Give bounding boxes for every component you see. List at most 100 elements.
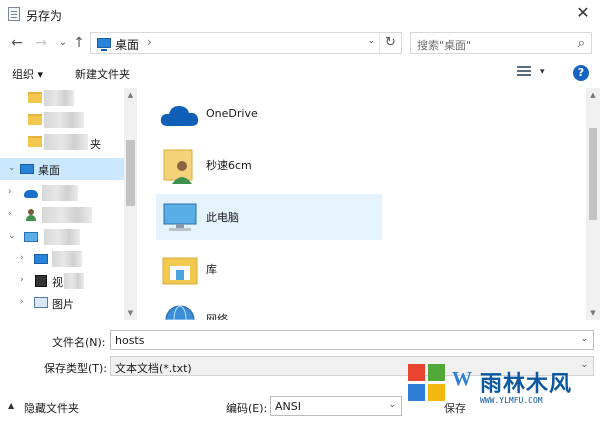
expand-toggle[interactable]: › <box>20 253 24 263</box>
item-label: 库 <box>206 263 217 276</box>
list-item-onedrive[interactable]: OneDrive <box>156 92 382 138</box>
encoding-value[interactable]: ANSI <box>275 400 301 413</box>
tree-item-user[interactable]: › <box>0 204 124 226</box>
item-label: 网络 <box>206 313 228 320</box>
file-list-scrollbar[interactable]: ▲ ▼ <box>586 88 600 320</box>
new-folder-button[interactable]: 新建文件夹 <box>75 66 130 82</box>
expand-toggle[interactable]: › <box>20 275 24 285</box>
blurred-label <box>42 185 78 201</box>
folder-icon <box>28 92 42 103</box>
navigation-scrollbar[interactable]: ▲ ▼ <box>124 88 137 320</box>
blurred-label <box>64 273 84 289</box>
collapse-toggle[interactable]: ⌄ <box>8 163 16 173</box>
tree-item-videos[interactable]: › 视 <box>0 270 124 292</box>
notepad-icon <box>8 7 20 21</box>
scroll-up-arrow[interactable]: ▲ <box>124 91 137 99</box>
up-button[interactable]: ↑ <box>70 34 88 52</box>
search-icon[interactable]: ⌕ <box>578 36 585 51</box>
address-chevron[interactable]: › <box>147 35 152 49</box>
encoding-label: 编码(E): <box>226 402 268 415</box>
item-label: OneDrive <box>206 107 258 120</box>
close-button[interactable]: ✕ <box>566 0 600 28</box>
scroll-up-arrow[interactable]: ▲ <box>586 91 600 99</box>
watermark-text: 雨林木风 <box>480 372 573 397</box>
expand-toggle[interactable]: › <box>8 187 12 197</box>
list-item-library[interactable]: 库 <box>156 246 382 292</box>
filetype-value[interactable]: 文本文档(*.txt) <box>115 360 192 376</box>
tree-item[interactable]: 夹 <box>0 132 124 154</box>
onedrive-icon <box>160 106 199 126</box>
collapse-toggle[interactable]: ⌄ <box>8 231 16 241</box>
navigation-bar: ← → ⌄ ↑ 桌面 › ⌄ ↻ 搜索"桌面" ⌕ <box>0 28 600 58</box>
forward-button[interactable]: → <box>32 34 50 52</box>
tree-item-pictures[interactable]: › 图片 <box>0 292 124 314</box>
blurred-label <box>42 207 92 223</box>
desktop-icon <box>97 38 111 51</box>
desktop-icon <box>34 254 48 264</box>
watermark-url: WWW.YLMFU.COM <box>480 396 543 405</box>
list-item-this-pc[interactable]: 此电脑 <box>156 194 382 240</box>
desktop-icon <box>20 164 34 174</box>
scroll-down-arrow[interactable]: ▼ <box>586 309 600 317</box>
tree-item-onedrive[interactable]: › <box>0 182 124 204</box>
refresh-button[interactable]: ↻ <box>379 33 401 53</box>
folder-icon <box>28 136 42 147</box>
user-folder-icon <box>163 149 193 184</box>
item-label: 此电脑 <box>206 211 239 224</box>
watermark: W 雨林木风 WWW.YLMFU.COM <box>408 350 594 420</box>
navigation-pane: 夹 ⌄ 桌面 › › ⌄ › › 视 › 图片 <box>0 88 138 320</box>
search-input[interactable]: 搜索"桌面" ⌕ <box>410 32 592 54</box>
encoding-dropdown[interactable]: ⌄ <box>388 400 396 410</box>
back-button[interactable]: ← <box>8 34 26 52</box>
filename-field[interactable]: hosts ⌄ <box>110 330 594 350</box>
user-icon <box>26 209 36 221</box>
tree-item-label: 桌面 <box>38 164 60 177</box>
view-dropdown[interactable]: ▾ <box>540 67 545 77</box>
tree-item[interactable] <box>0 110 124 132</box>
picture-icon <box>34 297 48 308</box>
address-dropdown[interactable]: ⌄ <box>367 36 375 46</box>
filename-dropdown[interactable]: ⌄ <box>580 334 588 344</box>
expand-toggle[interactable]: › <box>8 209 12 219</box>
hide-folders-button[interactable]: 隐藏文件夹 <box>24 400 79 416</box>
scroll-thumb[interactable] <box>126 140 135 206</box>
scroll-down-arrow[interactable]: ▼ <box>124 309 137 317</box>
expand-toggle[interactable]: › <box>20 297 24 307</box>
network-icon <box>165 305 195 320</box>
command-bar: 组织 ▾ 新建文件夹 ▾ ? <box>0 58 600 88</box>
library-icon <box>162 257 198 285</box>
list-item-user-folder[interactable]: 秒速6cm <box>156 142 382 188</box>
tree-item[interactable] <box>0 88 124 110</box>
tree-item-this-pc[interactable]: ⌄ <box>0 226 124 248</box>
video-icon <box>35 275 47 287</box>
search-placeholder: 搜索"桌面" <box>417 39 472 52</box>
address-path[interactable]: 桌面 <box>115 36 139 53</box>
tree-item-label: 图片 <box>52 298 74 311</box>
tree-item-desktop[interactable]: ⌄ 桌面 <box>0 158 124 180</box>
filename-value[interactable]: hosts <box>115 334 144 347</box>
item-label: 秒速6cm <box>206 159 252 172</box>
this-pc-icon <box>163 203 197 231</box>
organize-button[interactable]: 组织 ▾ <box>12 66 43 82</box>
blurred-label <box>44 134 88 150</box>
windows-logo-icon <box>408 364 448 404</box>
list-item-network[interactable]: 网络 <box>156 296 382 320</box>
hide-folders-chevron-icon[interactable]: ▲ <box>8 401 14 410</box>
blurred-label <box>44 229 80 245</box>
window-title: 另存为 <box>26 9 63 23</box>
view-options-icon[interactable] <box>517 66 531 78</box>
filetype-label: 保存类型(T): <box>44 362 108 375</box>
scroll-thumb[interactable] <box>589 128 597 220</box>
file-list: OneDrive 秒速6cm 此电脑 库 网络 <box>140 88 586 320</box>
blurred-label <box>44 90 74 106</box>
watermark-w-glyph: W <box>452 368 472 390</box>
tree-item[interactable]: › <box>0 248 124 270</box>
help-button[interactable]: ? <box>573 65 589 81</box>
encoding-select[interactable]: ANSI ⌄ <box>270 396 402 416</box>
this-pc-icon <box>24 232 38 242</box>
onedrive-icon <box>24 190 38 198</box>
address-bar[interactable]: 桌面 › ⌄ ↻ <box>90 32 402 54</box>
filename-label: 文件名(N): <box>52 336 106 349</box>
title-bar: 另存为 ✕ <box>0 0 600 28</box>
tree-item-label: 视 <box>52 276 63 289</box>
